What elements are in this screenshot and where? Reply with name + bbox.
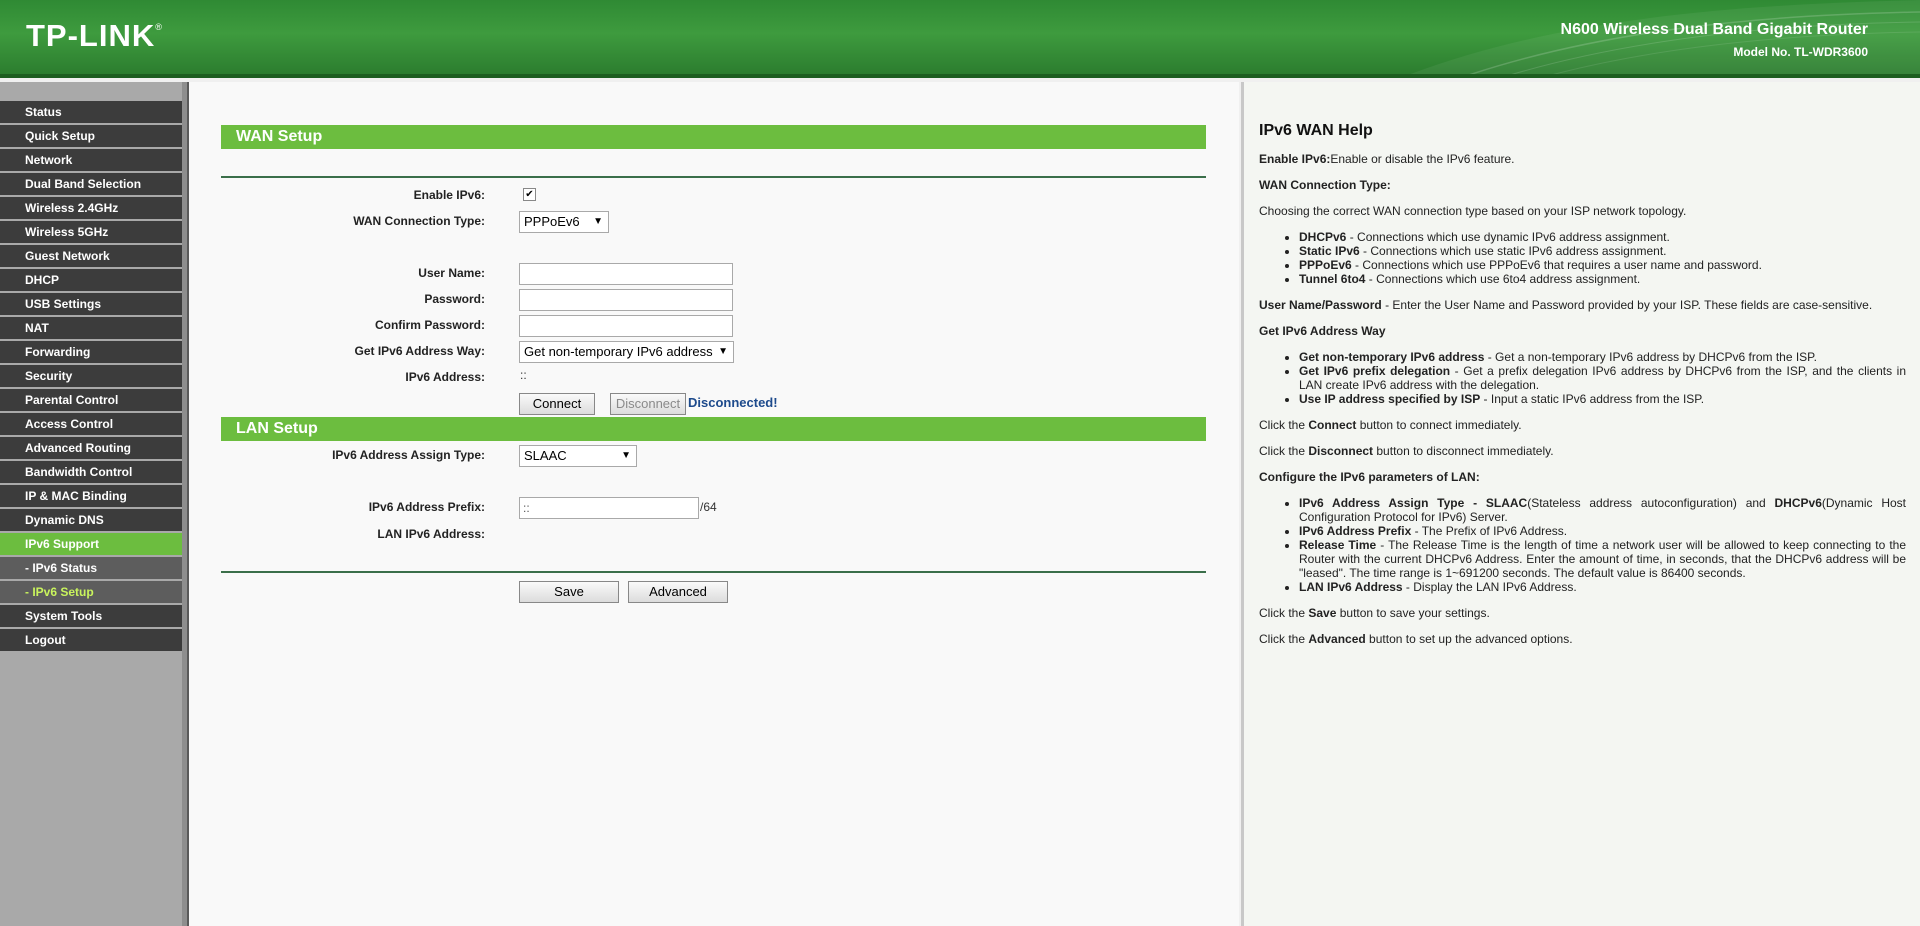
sidebar-item-dual-band-selection[interactable]: Dual Band Selection <box>0 173 182 195</box>
disconnect-button[interactable]: Disconnect <box>610 393 686 415</box>
product-name: N600 Wireless Dual Band Gigabit Router <box>1560 21 1868 38</box>
wan-divider <box>221 176 1206 178</box>
help-lan-list: IPv6 Address Assign Type - SLAAC(Statele… <box>1299 496 1906 594</box>
tp-link-logo: TP-LINK® <box>26 18 163 53</box>
confirm-password-input[interactable] <box>519 315 733 337</box>
password-input[interactable] <box>519 289 733 311</box>
list-item: Use IP address specified by ISP - Input … <box>1299 392 1906 406</box>
user-name-label: User Name: <box>418 266 485 280</box>
lan-ipv6-address-label: LAN IPv6 Address: <box>377 527 485 541</box>
sidebar-item-dhcp[interactable]: DHCP <box>0 269 182 291</box>
sidebar-subitem-ipv6-setup[interactable]: - IPv6 Setup <box>0 581 182 603</box>
sidebar-item-dynamic-dns[interactable]: Dynamic DNS <box>0 509 182 531</box>
sidebar-item-nat[interactable]: NAT <box>0 317 182 339</box>
ipv6-address-label: IPv6 Address: <box>405 370 485 384</box>
help-title: IPv6 WAN Help <box>1259 122 1373 139</box>
advanced-button[interactable]: Advanced <box>628 581 728 603</box>
get-ipv6-address-way-select[interactable]: Get non-temporary IPv6 address ▼ <box>519 341 734 363</box>
dropdown-arrow-icon: ▼ <box>621 450 631 461</box>
connect-button[interactable]: Connect <box>519 393 595 415</box>
ipv6-prefix-length: /64 <box>700 500 717 514</box>
ipv6-address-assign-type-value: SLAAC <box>524 448 567 463</box>
header-banner: TP-LINK® N600 Wireless Dual Band Gigabit… <box>0 0 1920 78</box>
sidebar-item-status[interactable]: Status <box>0 101 182 123</box>
sidebar-item-logout[interactable]: Logout <box>0 629 182 651</box>
ipv6-address-value: :: <box>520 368 527 382</box>
list-item: DHCPv6 - Connections which use dynamic I… <box>1299 230 1906 244</box>
list-item: Release Time - The Release Time is the l… <box>1299 538 1906 580</box>
help-enable-ipv6: Enable IPv6:Enable or disable the IPv6 f… <box>1259 152 1515 166</box>
sidebar-item-usb-settings[interactable]: USB Settings <box>0 293 182 315</box>
ipv6-address-prefix-input[interactable] <box>519 497 699 519</box>
sidebar-menu: Status Quick Setup Network Dual Band Sel… <box>0 101 182 653</box>
sidebar: Status Quick Setup Network Dual Band Sel… <box>0 82 187 926</box>
confirm-password-label: Confirm Password: <box>374 318 485 332</box>
list-item: Get IPv6 prefix delegation - Get a prefi… <box>1299 364 1906 392</box>
sidebar-item-parental-control[interactable]: Parental Control <box>0 389 182 411</box>
get-ipv6-address-way-label: Get IPv6 Address Way: <box>354 344 486 358</box>
help-connect: Click the Connect button to connect imme… <box>1259 418 1522 432</box>
list-item: LAN IPv6 Address - Display the LAN IPv6 … <box>1299 580 1906 594</box>
list-item: PPPoEv6 - Connections which use PPPoEv6 … <box>1299 258 1906 272</box>
help-user-password: User Name/Password - Enter the User Name… <box>1259 298 1873 312</box>
header-swoosh-decoration <box>1410 0 1920 74</box>
dropdown-arrow-icon: ▼ <box>718 346 728 357</box>
sidebar-item-quick-setup[interactable]: Quick Setup <box>0 125 182 147</box>
lan-setup-title: LAN Setup <box>221 417 1206 441</box>
sidebar-item-ip-mac-binding[interactable]: IP & MAC Binding <box>0 485 182 507</box>
main-panel: WAN Setup Enable IPv6: ✔ WAN Connection … <box>187 82 1239 926</box>
sidebar-item-security[interactable]: Security <box>0 365 182 387</box>
sidebar-item-ipv6-support[interactable]: IPv6 Support <box>0 533 182 555</box>
sidebar-item-advanced-routing[interactable]: Advanced Routing <box>0 437 182 459</box>
get-ipv6-address-way-value: Get non-temporary IPv6 address <box>524 344 713 359</box>
list-item: Tunnel 6to4 - Connections which use 6to4… <box>1299 272 1906 286</box>
help-lan-heading: Configure the IPv6 parameters of LAN: <box>1259 470 1480 484</box>
enable-ipv6-checkbox[interactable]: ✔ <box>523 188 536 201</box>
help-addr-way-list: Get non-temporary IPv6 address - Get a n… <box>1299 350 1906 406</box>
connection-status: Disconnected! <box>688 395 778 410</box>
help-disconnect: Click the Disconnect button to disconnec… <box>1259 444 1554 458</box>
list-item: Static IPv6 - Connections which use stat… <box>1299 244 1906 258</box>
user-name-input[interactable] <box>519 263 733 285</box>
ipv6-address-assign-type-select[interactable]: SLAAC ▼ <box>519 445 637 467</box>
sidebar-item-bandwidth-control[interactable]: Bandwidth Control <box>0 461 182 483</box>
model-number: Model No. TL-WDR3600 <box>1733 45 1868 59</box>
help-wan-type-heading: WAN Connection Type: <box>1259 178 1391 192</box>
help-panel: IPv6 WAN Help Enable IPv6:Enable or disa… <box>1241 82 1920 926</box>
help-addr-way-heading: Get IPv6 Address Way <box>1259 324 1386 338</box>
sidebar-item-guest-network[interactable]: Guest Network <box>0 245 182 267</box>
list-item: IPv6 Address Prefix - The Prefix of IPv6… <box>1299 524 1906 538</box>
dropdown-arrow-icon: ▼ <box>593 216 603 227</box>
wan-connection-type-value: PPPoEv6 <box>524 214 580 229</box>
save-button[interactable]: Save <box>519 581 619 603</box>
password-label: Password: <box>424 292 485 306</box>
sidebar-subitem-ipv6-status[interactable]: - IPv6 Status <box>0 557 182 579</box>
enable-ipv6-label: Enable IPv6: <box>413 188 485 202</box>
wan-setup-title: WAN Setup <box>221 125 1206 149</box>
sidebar-item-forwarding[interactable]: Forwarding <box>0 341 182 363</box>
wan-connection-type-label: WAN Connection Type: <box>353 214 485 228</box>
ipv6-address-assign-type-label: IPv6 Address Assign Type: <box>332 448 485 462</box>
sidebar-item-system-tools[interactable]: System Tools <box>0 605 182 627</box>
help-wan-type-list: DHCPv6 - Connections which use dynamic I… <box>1299 230 1906 286</box>
sidebar-item-network[interactable]: Network <box>0 149 182 171</box>
wan-connection-type-select[interactable]: PPPoEv6 ▼ <box>519 211 609 233</box>
help-advanced: Click the Advanced button to set up the … <box>1259 632 1573 646</box>
actions-divider <box>221 571 1206 573</box>
sidebar-item-wireless-2-4ghz[interactable]: Wireless 2.4GHz <box>0 197 182 219</box>
list-item: Get non-temporary IPv6 address - Get a n… <box>1299 350 1906 364</box>
help-wan-type-intro: Choosing the correct WAN connection type… <box>1259 204 1687 218</box>
help-save: Click the Save button to save your setti… <box>1259 606 1490 620</box>
sidebar-item-wireless-5ghz[interactable]: Wireless 5GHz <box>0 221 182 243</box>
ipv6-address-prefix-label: IPv6 Address Prefix: <box>368 500 485 514</box>
list-item: IPv6 Address Assign Type - SLAAC(Statele… <box>1299 496 1906 524</box>
sidebar-item-access-control[interactable]: Access Control <box>0 413 182 435</box>
